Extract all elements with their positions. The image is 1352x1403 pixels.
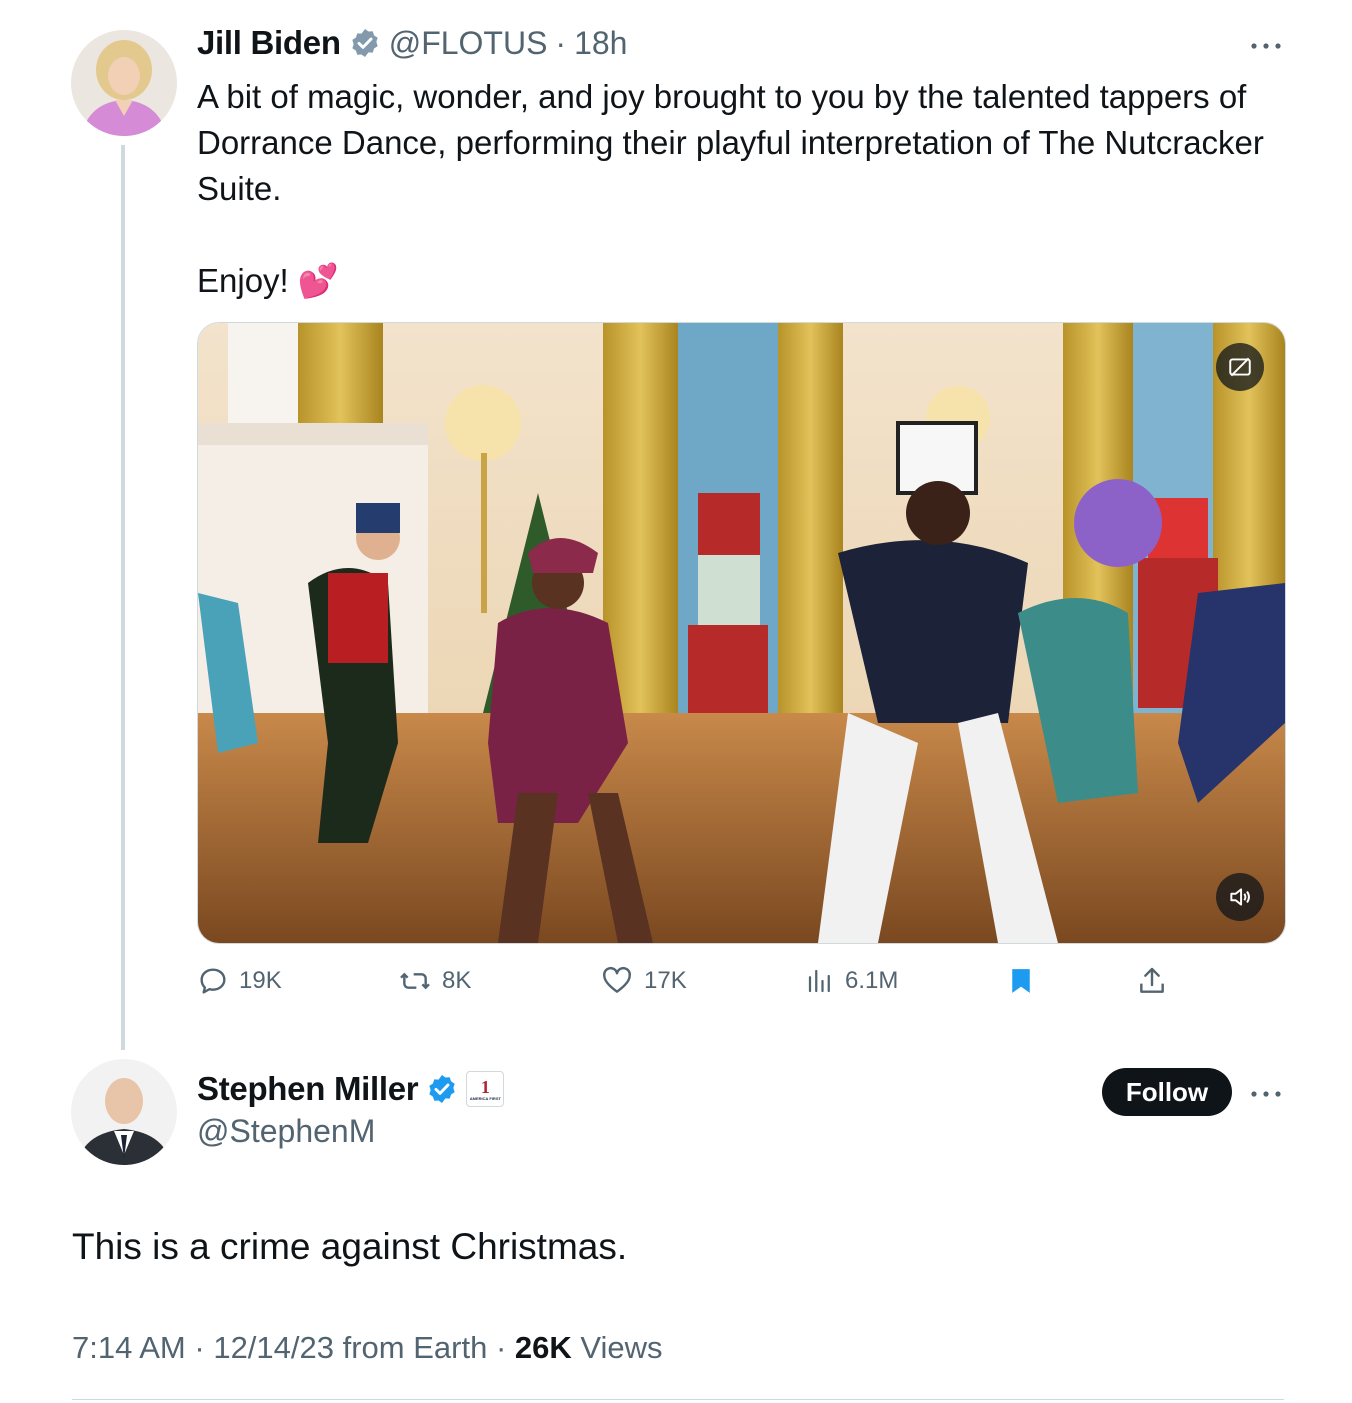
heart-icon — [603, 966, 631, 993]
views-label: Views — [580, 1330, 663, 1365]
affiliate-badge-number: 1 — [480, 1076, 490, 1097]
author-name[interactable]: Stephen Miller — [197, 1070, 419, 1108]
timestamp[interactable]: 18h — [574, 25, 627, 62]
tweet-header: Jill Biden @FLOTUS · 18h — [197, 24, 627, 62]
author-name[interactable]: Jill Biden — [197, 24, 341, 62]
volume-icon[interactable] — [1216, 873, 1264, 921]
reply-action[interactable]: 19K — [197, 958, 282, 1004]
views-icon — [808, 969, 830, 993]
captions-icon[interactable] — [1216, 343, 1264, 391]
share-icon — [1140, 967, 1164, 993]
affiliate-badge[interactable]: 1 AMERICA FIRST — [466, 1071, 505, 1107]
reply-author-row: Stephen Miller 1 AMERICA FIRST — [197, 1070, 505, 1108]
follow-button[interactable]: Follow — [1102, 1068, 1232, 1116]
retweet-icon — [400, 972, 430, 990]
more-icon[interactable] — [1250, 26, 1282, 60]
views-count: 6.1M — [845, 967, 899, 994]
avatar[interactable] — [71, 30, 177, 136]
affiliate-badge-text: AMERICA FIRST — [469, 1095, 501, 1101]
thread-line — [121, 145, 125, 1050]
separator: · — [495, 1330, 507, 1365]
views-count: 26K — [514, 1330, 572, 1365]
like-count: 17K — [644, 967, 687, 994]
author-handle[interactable]: @FLOTUS — [389, 25, 548, 62]
separator: · — [194, 1330, 205, 1365]
author-handle[interactable]: @StephenM — [197, 1113, 375, 1150]
avatar[interactable] — [71, 1059, 177, 1165]
tweet-text: A bit of magic, wonder, and joy brought … — [197, 78, 1264, 299]
bookmark-icon — [1012, 969, 1030, 993]
views-action[interactable]: 6.1M — [805, 958, 898, 1004]
tweet-date[interactable]: 12/14/23 from Earth — [213, 1330, 487, 1365]
retweet-count: 8K — [442, 967, 472, 994]
divider — [72, 1399, 1284, 1400]
more-icon[interactable] — [1250, 1074, 1282, 1108]
like-action[interactable]: 17K — [600, 958, 687, 1004]
video-frame — [198, 323, 1285, 943]
tweet-meta: 7:14 AM · 12/14/23 from Earth · 26K View… — [72, 1330, 663, 1366]
bookmark-action[interactable] — [1006, 958, 1036, 1004]
reply-text: This is a crime against Christmas. — [72, 1226, 628, 1267]
video-player[interactable] — [197, 322, 1286, 944]
reply-icon — [200, 968, 226, 994]
retweet-action[interactable]: 8K — [398, 958, 471, 1004]
tweet-time[interactable]: 7:14 AM — [72, 1330, 186, 1365]
reply-count: 19K — [239, 967, 282, 994]
separator: · — [555, 24, 567, 61]
verified-badge-icon — [426, 1073, 458, 1105]
share-action[interactable] — [1136, 958, 1168, 1004]
verified-badge-icon — [349, 27, 381, 59]
